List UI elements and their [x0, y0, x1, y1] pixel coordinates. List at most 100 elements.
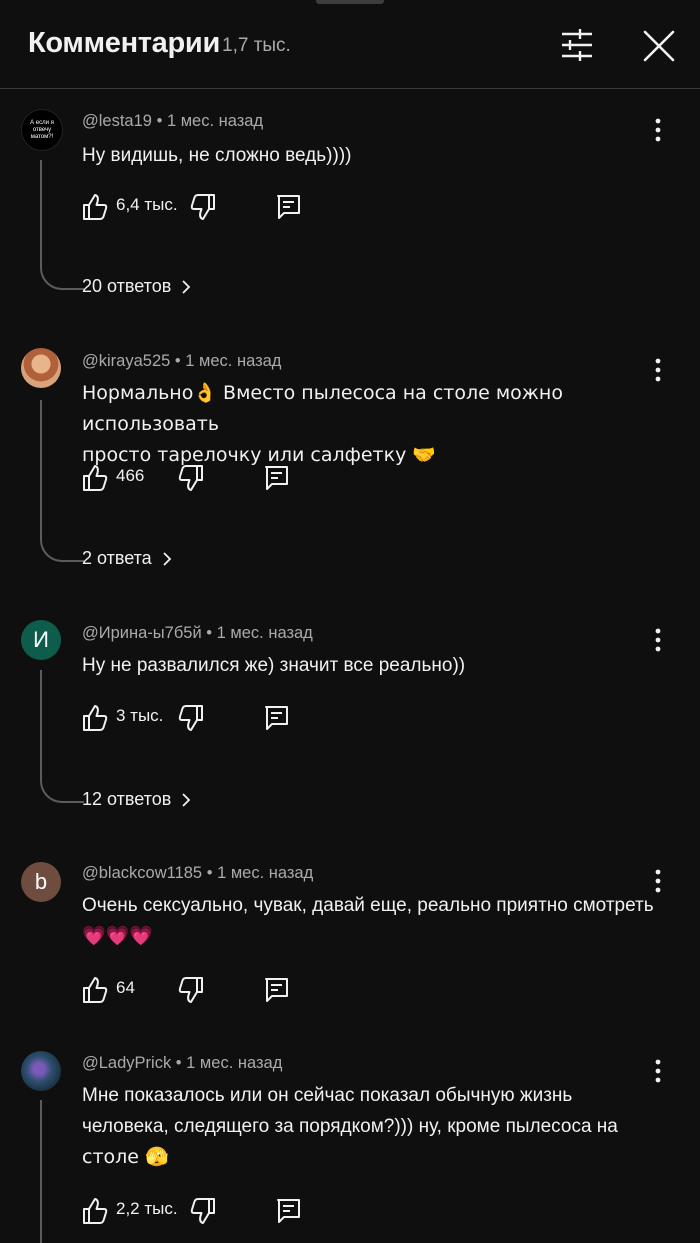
thread-line [40, 670, 84, 803]
thumb-up-icon [83, 705, 108, 731]
replies-count: 12 ответов [82, 789, 172, 809]
thumb-up-icon [83, 194, 108, 220]
comment-author[interactable]: @kiraya525 [82, 352, 170, 370]
view-replies-button[interactable]: 20 ответов [82, 276, 191, 297]
comment-text: Мне показалось или он сейчас показал обы… [82, 1080, 652, 1173]
comment-meta: @Ирина-ы7б5й • 1 мес. назад [82, 624, 313, 642]
thread-line [40, 160, 84, 290]
sliders-icon [562, 29, 592, 61]
thumb-up-icon [83, 465, 108, 491]
more-options-button[interactable] [650, 356, 666, 384]
comment-meta: @lesta19 • 1 мес. назад [82, 112, 264, 130]
avatar-letter: И [33, 627, 49, 652]
like-button[interactable] [82, 976, 108, 1004]
thumb-down-icon [178, 705, 203, 731]
comment-actions: 2,2 тыс. [82, 1197, 312, 1227]
thumb-up-icon [83, 1198, 108, 1224]
comment-count: 1,7 тыс. [222, 35, 291, 56]
more-vert-icon [655, 1059, 661, 1083]
avatar[interactable]: А если я отвечу матом?! [21, 109, 63, 151]
close-button[interactable] [640, 27, 678, 65]
more-vert-icon [655, 358, 661, 382]
comment-meta: @blackcow1185 • 1 мес. назад [82, 864, 314, 882]
comment-actions: 64 [82, 976, 312, 1006]
thread-line [40, 1100, 84, 1243]
view-replies-button[interactable]: 12 ответов [82, 789, 191, 810]
like-count: 2,2 тыс. [116, 1199, 178, 1218]
comment-time: 1 мес. назад [185, 352, 282, 370]
comment-meta: @kiraya525 • 1 мес. назад [82, 352, 282, 370]
comment-icon [265, 466, 288, 490]
comment-author[interactable]: @blackcow1185 [82, 864, 202, 882]
replies-count: 2 ответа [82, 548, 152, 568]
dislike-button[interactable] [190, 1197, 216, 1225]
comment-text-line: Нормально👌 Вместо пылесоса на столе можн… [82, 382, 563, 435]
like-count: 6,4 тыс. [116, 195, 178, 214]
close-icon [643, 30, 675, 62]
chevron-right-icon [163, 551, 171, 566]
comments-header: Комментарии 1,7 тыс. [0, 0, 700, 89]
comment-icon [277, 195, 300, 219]
sort-filter-button[interactable] [558, 28, 596, 62]
avatar[interactable]: И [21, 620, 61, 660]
comment-actions: 6,4 тыс. [82, 193, 312, 223]
comment-text: Очень сексуально, чувак, давай еще, реал… [82, 890, 672, 952]
comment-actions: 466 [82, 464, 312, 494]
reply-button[interactable] [276, 193, 302, 221]
reply-button[interactable] [264, 976, 290, 1004]
more-vert-icon [655, 118, 661, 142]
thumb-down-icon [178, 977, 203, 1003]
comment-text-line: столе 🫣 [82, 1146, 169, 1168]
more-options-button[interactable] [650, 116, 666, 144]
comment-meta: @LadyPrick • 1 мес. назад [82, 1054, 283, 1072]
like-button[interactable] [82, 704, 108, 732]
more-options-button[interactable] [650, 867, 666, 895]
thumb-up-icon [83, 977, 108, 1003]
avatar-letter: b [34, 869, 48, 894]
reply-button[interactable] [276, 1197, 302, 1225]
avatar[interactable]: b [21, 862, 61, 902]
comment-text-line: человека, следящего за порядком?))) ну, … [82, 1116, 618, 1137]
comment-time: 1 мес. назад [166, 112, 264, 130]
reply-button[interactable] [264, 464, 290, 492]
comment-author[interactable]: @LadyPrick [82, 1054, 171, 1072]
more-options-button[interactable] [650, 1057, 666, 1085]
comment-text-line: 💗💗💗 [82, 925, 153, 947]
comment-author[interactable]: @Ирина-ы7б5й [82, 624, 202, 642]
comment-text: Нормально👌 Вместо пылесоса на столе можн… [82, 378, 642, 471]
dislike-button[interactable] [190, 193, 216, 221]
like-button[interactable] [82, 1197, 108, 1225]
comment-time: 1 мес. назад [216, 624, 313, 642]
comment-text-line: Мне показалось или он сейчас показал обы… [82, 1085, 573, 1106]
chevron-right-icon [182, 279, 191, 294]
replies-count: 20 ответов [82, 276, 172, 296]
chevron-right-icon [182, 792, 191, 807]
like-count: 466 [116, 466, 145, 485]
thumb-down-icon [190, 194, 215, 220]
avatar[interactable] [21, 1051, 61, 1091]
comment-actions: 3 тыс. [82, 704, 312, 734]
comment-text-line: Очень сексуально, чувак, давай еще, реал… [82, 895, 654, 916]
thumb-down-icon [190, 1198, 215, 1224]
avatar-caption: А если я отвечу матом?! [30, 119, 54, 140]
dislike-button[interactable] [178, 464, 204, 492]
more-options-button[interactable] [650, 626, 666, 654]
comment-time: 1 мес. назад [186, 1054, 283, 1072]
thumb-down-icon [178, 465, 203, 491]
page-title: Комментарии [28, 27, 220, 59]
comment-icon [265, 978, 288, 1002]
like-count: 3 тыс. [116, 706, 164, 725]
dislike-button[interactable] [178, 976, 204, 1004]
comment-text: Ну не развалился же) значит все реально)… [82, 655, 466, 676]
reply-button[interactable] [264, 704, 290, 732]
comment-time: 1 мес. назад [217, 864, 314, 882]
thread-line [40, 400, 84, 562]
more-vert-icon [655, 869, 661, 893]
like-button[interactable] [82, 193, 108, 221]
more-vert-icon [655, 628, 661, 652]
dislike-button[interactable] [178, 704, 204, 732]
avatar[interactable] [21, 348, 61, 388]
view-replies-button[interactable]: 2 ответа [82, 548, 172, 569]
comment-author[interactable]: @lesta19 [82, 112, 152, 130]
like-button[interactable] [82, 464, 108, 492]
